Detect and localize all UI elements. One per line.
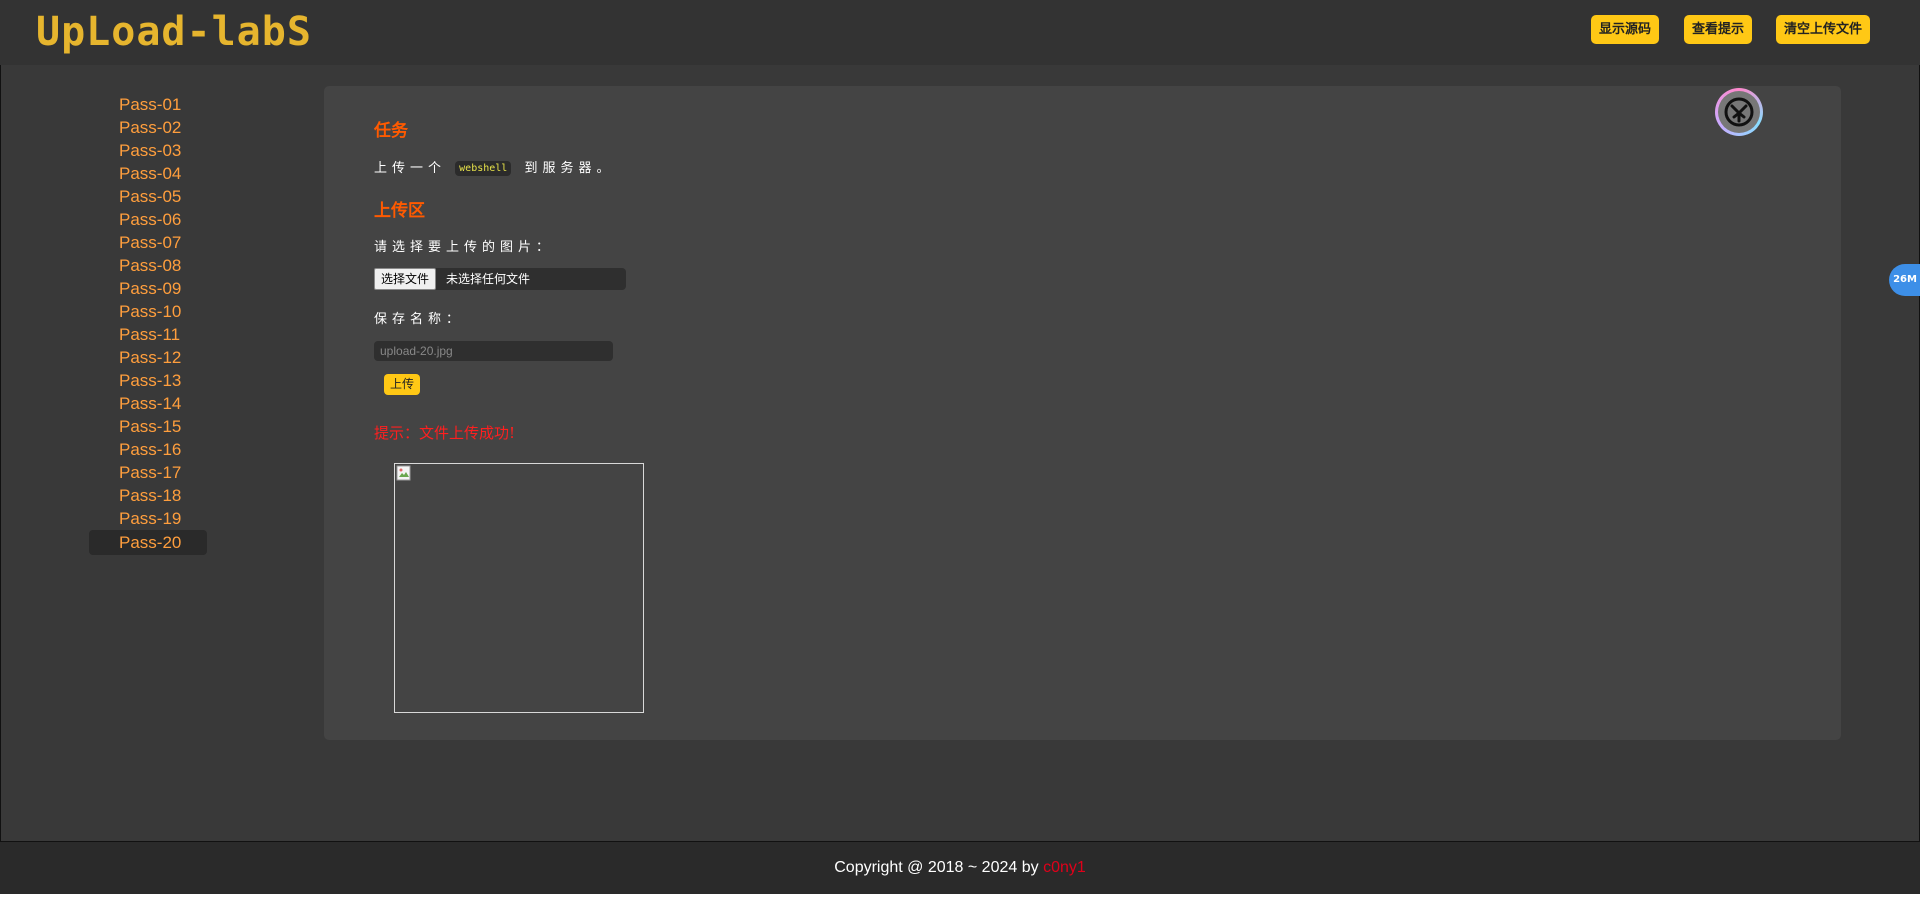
page-footer: Copyright @ 2018 ~ 2024 by c0ny1 (0, 842, 1920, 894)
clear-uploads-button[interactable]: 清空上传文件 (1776, 15, 1871, 44)
bottom-strip (0, 894, 1920, 911)
site-logo[interactable]: UpLoad-labS (36, 10, 312, 54)
menu-item-pass-01[interactable]: Pass-01 (89, 93, 207, 116)
menu-item-pass-04[interactable]: Pass-04 (89, 162, 207, 185)
menu-item-pass-09[interactable]: Pass-09 (89, 277, 207, 300)
menu-item-pass-05[interactable]: Pass-05 (89, 185, 207, 208)
main-frame: Pass-01 Pass-02 Pass-03 Pass-04 Pass-05 … (0, 65, 1920, 842)
choose-file-button[interactable]: 选择文件 (374, 268, 437, 290)
broken-image-icon (396, 465, 411, 481)
save-name-label: 保存名称： (374, 312, 465, 327)
content-panel: 任务 上传一个 webshell 到服务器。 上传区 请选择要上传的图片： 选择… (324, 86, 1841, 740)
menu-item-pass-16[interactable]: Pass-16 (89, 438, 207, 461)
task-heading: 任务 (374, 121, 408, 141)
menu-item-pass-19[interactable]: Pass-19 (89, 507, 207, 530)
upload-success-message: 提示：文件上传成功! (374, 424, 516, 442)
menu-item-pass-02[interactable]: Pass-02 (89, 116, 207, 139)
menu-item-pass-15[interactable]: Pass-15 (89, 415, 207, 438)
top-header: UpLoad-labS 显示源码 查看提示 清空上传文件 (0, 0, 1920, 66)
task-text-after: 到服务器。 (524, 161, 615, 176)
y-logo-icon (1724, 97, 1754, 127)
view-hint-button[interactable]: 查看提示 (1684, 15, 1753, 44)
author-link[interactable]: c0ny1 (1043, 859, 1086, 876)
menu-item-pass-17[interactable]: Pass-17 (89, 461, 207, 484)
task-text-before: 上传一个 (374, 161, 447, 176)
menu-item-pass-10[interactable]: Pass-10 (89, 300, 207, 323)
menu-item-pass-03[interactable]: Pass-03 (89, 139, 207, 162)
choose-image-label: 请选择要上传的图片： (374, 240, 555, 255)
menu-item-pass-18[interactable]: Pass-18 (89, 484, 207, 507)
uploaded-image-preview (394, 463, 644, 713)
copyright-text: Copyright @ 2018 ~ 2024 by (834, 859, 1044, 876)
floating-avatar-icon[interactable] (1715, 88, 1763, 136)
upload-button[interactable]: 上传 (384, 374, 421, 395)
menu-item-pass-11[interactable]: Pass-11 (89, 323, 207, 346)
upload-area-heading: 上传区 (374, 201, 425, 221)
menu-item-pass-07[interactable]: Pass-07 (89, 231, 207, 254)
menu-item-pass-14[interactable]: Pass-14 (89, 392, 207, 415)
file-input: 选择文件 未选择任何文件 (374, 268, 626, 290)
task-description: 上传一个 webshell 到服务器。 (374, 157, 614, 176)
level-menu: Pass-01 Pass-02 Pass-03 Pass-04 Pass-05 … (89, 93, 207, 555)
show-source-button[interactable]: 显示源码 (1591, 15, 1660, 44)
webshell-code: webshell (455, 161, 512, 176)
menu-item-pass-08[interactable]: Pass-08 (89, 254, 207, 277)
menu-item-pass-12[interactable]: Pass-12 (89, 346, 207, 369)
save-name-input[interactable] (374, 341, 613, 361)
menu-item-pass-06[interactable]: Pass-06 (89, 208, 207, 231)
side-memory-badge[interactable]: 26M (1889, 264, 1920, 296)
menu-item-pass-13[interactable]: Pass-13 (89, 369, 207, 392)
file-status-text: 未选择任何文件 (446, 272, 531, 286)
menu-item-pass-20[interactable]: Pass-20 (89, 530, 207, 555)
